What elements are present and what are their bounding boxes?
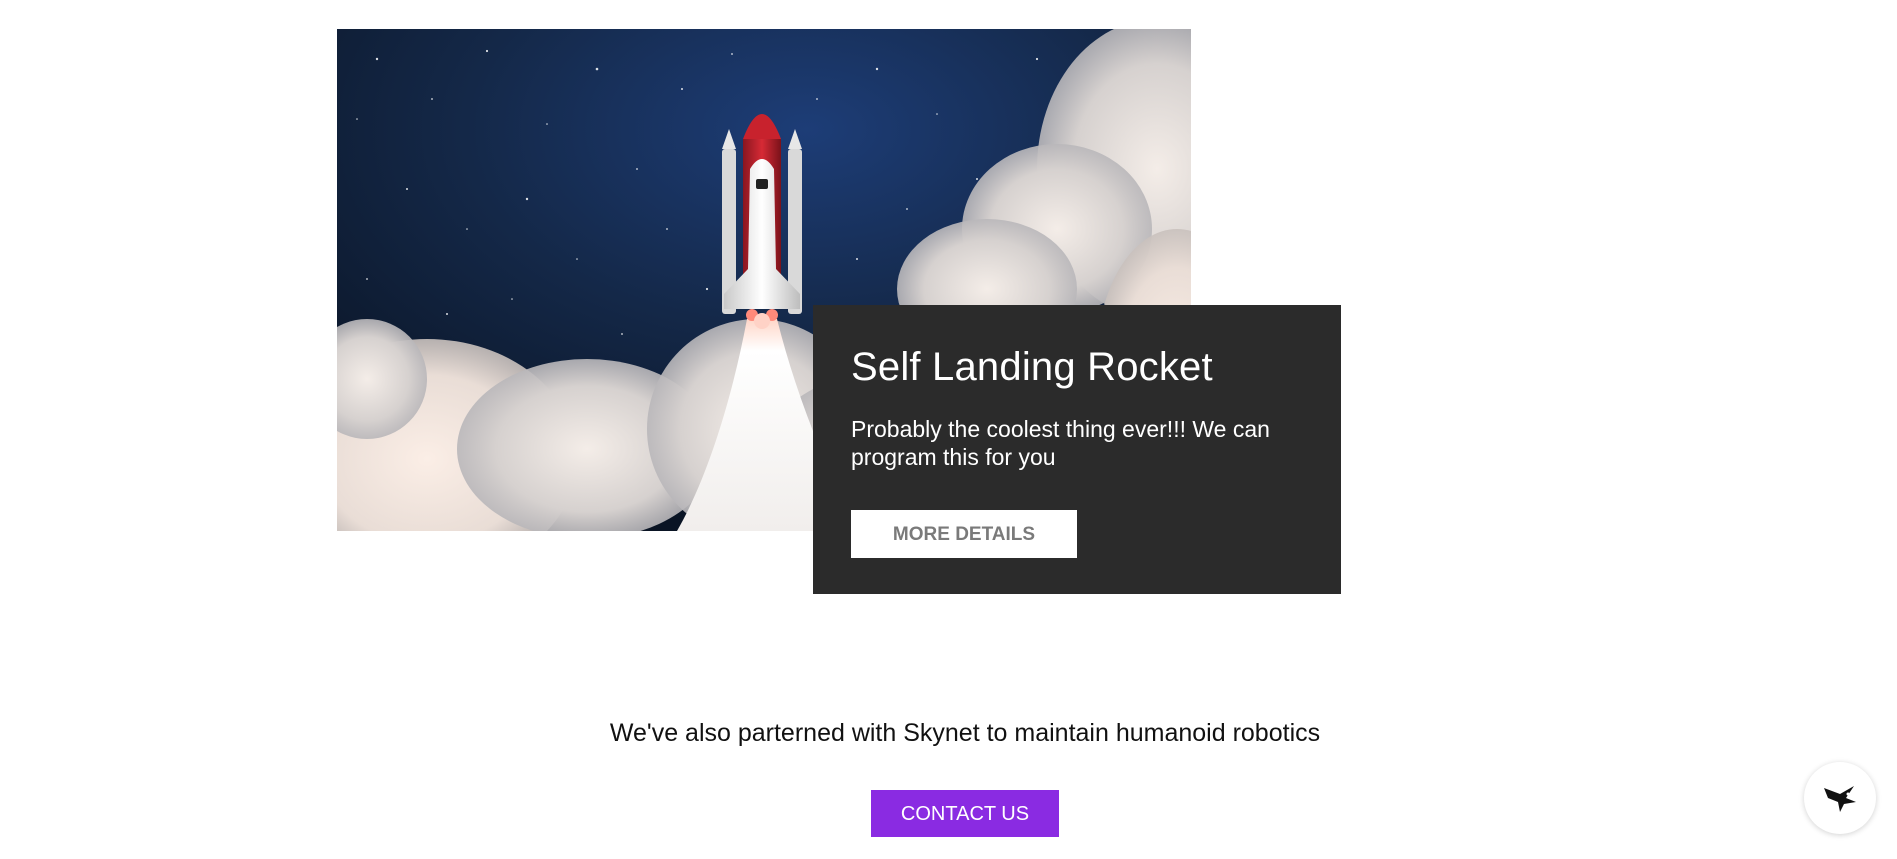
- page: Self Landing Rocket Probably the coolest…: [0, 0, 1897, 859]
- card-title: Self Landing Rocket: [851, 345, 1213, 389]
- chat-widget-button[interactable]: [1804, 762, 1876, 834]
- bird-icon: [1824, 786, 1856, 812]
- more-details-button[interactable]: MORE DETAILS: [851, 510, 1077, 558]
- contact-us-button[interactable]: CONTACT US: [871, 790, 1059, 837]
- partner-text: We've also parterned with Skynet to main…: [609, 719, 1321, 747]
- card-description: Probably the coolest thing ever!!! We ca…: [851, 416, 1270, 470]
- feature-card: Self Landing Rocket Probably the coolest…: [813, 305, 1341, 594]
